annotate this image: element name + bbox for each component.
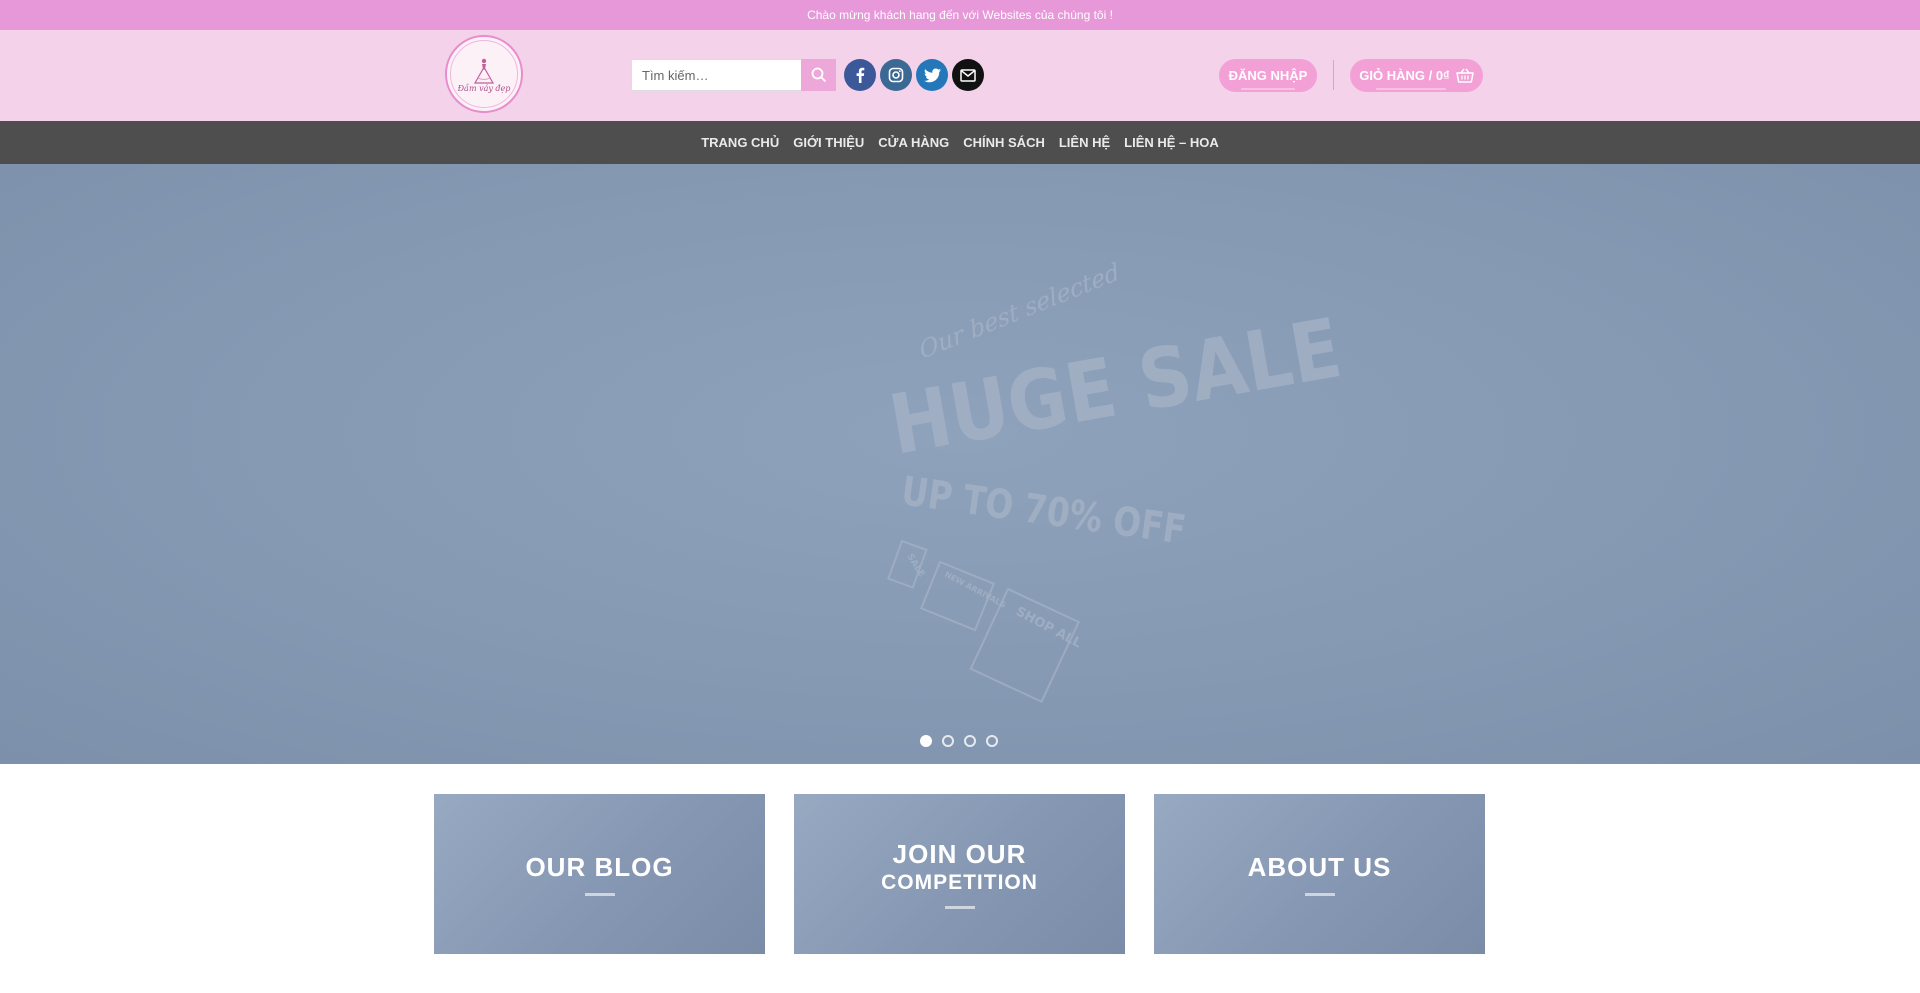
instagram-icon (888, 67, 904, 83)
cart-button[interactable]: GIỎ HÀNG / 0₫ (1350, 59, 1483, 92)
blog-box-title: OUR BLOG (525, 852, 674, 882)
instagram-link[interactable] (880, 59, 912, 91)
search-icon (811, 67, 826, 83)
search-input[interactable] (631, 59, 801, 91)
hero-subline: UP TO 70% OFF (899, 467, 1189, 553)
nav-item-policy[interactable]: CHÍNH SÁCH (963, 135, 1045, 150)
twitter-icon (923, 67, 941, 82)
cart-label: GIỎ HÀNG / 0₫ (1359, 68, 1450, 83)
hero-slider[interactable]: Our best selected HUGE SALE UP TO 70% OF… (0, 164, 1920, 764)
site-logo[interactable]: Đầm váy đẹp (445, 35, 523, 113)
hero-tag-shop: SHOP ALL (1013, 604, 1084, 651)
facebook-icon (856, 67, 865, 83)
login-button[interactable]: ĐĂNG NHẬP (1219, 59, 1317, 92)
logo-ring (450, 40, 518, 108)
login-label: ĐĂNG NHẬP (1228, 68, 1308, 83)
twitter-link[interactable] (916, 59, 948, 91)
header-divider (1333, 60, 1334, 90)
slider-dot-4[interactable] (986, 735, 998, 747)
blog-box-divider (584, 893, 615, 896)
social-links (844, 59, 984, 91)
slider-dots (920, 735, 998, 747)
email-link[interactable] (952, 59, 984, 91)
nav-item-contact[interactable]: LIÊN HỆ (1059, 135, 1110, 150)
nav-item-home[interactable]: TRANG CHỦ (701, 135, 779, 150)
blog-box[interactable]: OUR BLOG (434, 794, 765, 954)
email-icon (960, 68, 976, 82)
main-nav: TRANG CHỦ GIỚI THIỆU CỬA HÀNG CHÍNH SÁCH… (0, 121, 1920, 164)
nav-item-contact-flowers[interactable]: LIÊN HỆ – HOA (1124, 135, 1219, 150)
competition-box-subtitle: COMPETITION (881, 871, 1038, 894)
slider-dot-2[interactable] (942, 735, 954, 747)
about-box-divider (1304, 893, 1335, 896)
feature-boxes: OUR BLOG JOIN OUR COMPETITION ABOUT US (434, 794, 1485, 954)
nav-item-shop[interactable]: CỬA HÀNG (878, 135, 949, 150)
competition-box-divider (944, 906, 975, 909)
slider-dot-3[interactable] (964, 735, 976, 747)
nav-item-about[interactable]: GIỚI THIỆU (793, 135, 864, 150)
welcome-text: Chào mừng khách hang đến với Websites củ… (807, 8, 1113, 22)
site-header: Đầm váy đẹp Tìm kiếm… ĐĂNG NHẬP GIỎ HÀNG… (0, 30, 1920, 121)
hero-banner-art: Our best selected HUGE SALE UP TO 70% OF… (883, 257, 1348, 704)
basket-icon (1455, 68, 1474, 83)
competition-box-title: JOIN OUR (892, 839, 1027, 869)
search-button[interactable] (801, 59, 836, 91)
facebook-link[interactable] (844, 59, 876, 91)
competition-box[interactable]: JOIN OUR COMPETITION (794, 794, 1125, 954)
about-box-title: ABOUT US (1247, 852, 1392, 882)
welcome-topbar: Chào mừng khách hang đến với Websites củ… (0, 0, 1920, 30)
slider-dot-1[interactable] (920, 735, 932, 747)
search-form (631, 59, 836, 91)
about-box[interactable]: ABOUT US (1154, 794, 1485, 954)
